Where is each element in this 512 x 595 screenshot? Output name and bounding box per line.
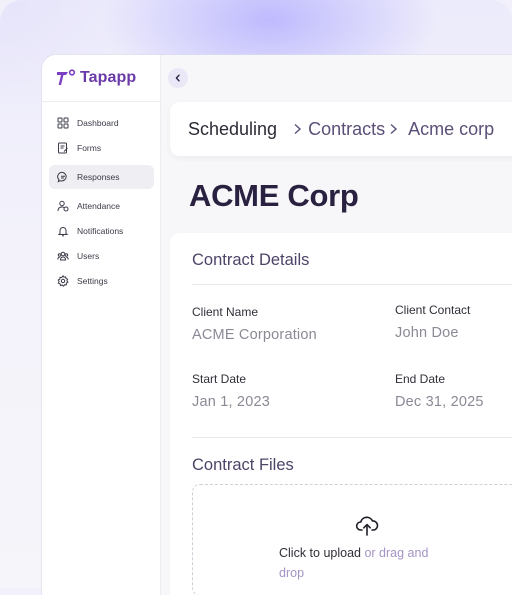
bell-icon: [57, 227, 69, 237]
sidebar-item-users[interactable]: Users: [49, 244, 154, 268]
chevron-right-icon: [293, 123, 302, 135]
section-divider: [192, 284, 512, 285]
attendance-icon: [57, 200, 69, 212]
start-date-value: Jan 1, 2023: [192, 394, 270, 410]
upload-instructions: Click to upload or drag and drop: [279, 543, 449, 583]
sidebar-item-notifications[interactable]: Notifications: [49, 219, 154, 243]
sidebar-item-forms[interactable]: Forms: [49, 136, 154, 160]
chevron-right-icon: [389, 123, 398, 135]
sidebar-item-responses[interactable]: Responses: [49, 165, 154, 189]
sidebar-item-label: Notifications: [77, 226, 124, 236]
contract-card: Contract Details Client Name ACME Corpor…: [170, 233, 512, 595]
breadcrumb: Scheduling Contracts Acme corp: [170, 102, 512, 156]
end-date-label: End Date: [395, 372, 446, 386]
responses-icon: [57, 171, 67, 183]
sidebar-item-attendance[interactable]: Attendance: [49, 194, 154, 218]
sidebar-item-settings[interactable]: Settings: [49, 269, 154, 293]
sidebar-item-label: Users: [77, 251, 100, 261]
sidebar-item-label: Responses: [77, 172, 120, 182]
sidebar-nav: Dashboard Forms Responses Attendance Not…: [49, 111, 154, 294]
end-date-value: Dec 31, 2025: [395, 394, 484, 410]
tapapp-logo-icon: [57, 69, 76, 85]
page-title: ACME Corp: [189, 178, 359, 213]
brand-name: Tapapp: [80, 69, 137, 86]
file-upload-dropzone[interactable]: Click to upload or drag and drop: [192, 484, 512, 595]
chevron-left-icon: [175, 74, 180, 82]
client-name-value: ACME Corporation: [192, 327, 317, 343]
upload-action-link[interactable]: Click to upload: [279, 546, 361, 560]
collapse-sidebar-button[interactable]: [168, 68, 188, 88]
breadcrumb-item-contracts[interactable]: Contracts: [308, 119, 385, 140]
forms-icon: [58, 142, 68, 154]
app-window: Tapapp Dashboard Forms Responses Attenda…: [42, 55, 512, 595]
contract-files-heading: Contract Files: [192, 456, 294, 474]
sidebar-item-label: Forms: [77, 143, 102, 153]
gear-icon: [57, 275, 69, 287]
breadcrumb-item-current: Acme corp: [408, 118, 495, 139]
upload-hint-continued: drop: [279, 566, 305, 580]
sidebar-item-label: Attendance: [77, 201, 121, 211]
users-icon: [57, 251, 69, 261]
client-contact-label: Client Contact: [395, 303, 471, 317]
brand-logo[interactable]: Tapapp: [56, 67, 136, 89]
sidebar-divider: [42, 101, 160, 102]
upload-hint: or drag and: [361, 546, 429, 560]
breadcrumb-item-scheduling[interactable]: Scheduling: [188, 119, 277, 140]
start-date-label: Start Date: [192, 372, 247, 386]
client-name-label: Client Name: [192, 305, 259, 319]
contract-details-heading: Contract Details: [192, 251, 310, 269]
sidebar-item-dashboard[interactable]: Dashboard: [49, 111, 154, 135]
section-divider: [192, 437, 512, 438]
sidebar-item-label: Dashboard: [77, 118, 119, 128]
sidebar-item-label: Settings: [77, 276, 108, 286]
client-contact-value: John Doe: [395, 325, 459, 341]
cloud-upload-icon: [355, 516, 379, 536]
sidebar: Tapapp Dashboard Forms Responses Attenda…: [42, 55, 161, 595]
dashboard-icon: [57, 117, 69, 129]
